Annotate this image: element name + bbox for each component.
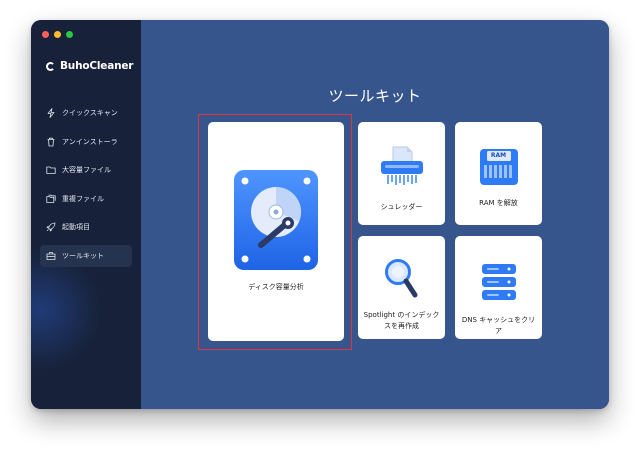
sidebar-item-label: クイックスキャン (62, 109, 118, 117)
trash-icon (46, 137, 56, 147)
sidebar-item-startup-items[interactable]: 起動項目 (40, 216, 132, 238)
sidebar-item-large-files[interactable]: 大容量ファイル (40, 159, 132, 181)
duplicate-folder-icon (46, 194, 56, 204)
sidebar-item-label: 起動項目 (62, 223, 90, 231)
sidebar-item-label: ツールキット (62, 251, 104, 260)
disk-analyzer-icon (233, 169, 319, 275)
tool-card-disk-analyzer[interactable]: ディスク容量分析 (208, 122, 344, 341)
sidebar-item-label: 重複ファイル (62, 194, 104, 203)
app-name: BuhoCleaner (60, 60, 134, 72)
tool-card-label: DNS キャッシュをクリア (461, 316, 536, 335)
buho-logo-icon (46, 61, 55, 71)
lightning-icon (46, 108, 56, 118)
sidebar-item-toolkit[interactable]: ツールキット (40, 244, 132, 267)
magnifier-icon (384, 257, 420, 305)
rocket-icon (46, 222, 56, 232)
tool-card-label: ディスク容量分析 (248, 283, 304, 291)
sidebar-item-label: 大容量ファイル (62, 166, 111, 174)
tool-card-free-ram[interactable]: RAM RAM を解放 (455, 122, 542, 225)
toolbox-icon (46, 251, 56, 261)
tool-card-spotlight-reindex[interactable]: Spotlight のインデックスを再作成 (358, 236, 445, 339)
tool-card-label: シュレッダー (380, 203, 423, 211)
zoom-window-button[interactable] (66, 31, 73, 38)
dns-server-icon (481, 263, 517, 305)
tool-card-shredder[interactable]: シュレッダー (358, 122, 445, 225)
page-title: ツールキット (328, 87, 422, 105)
ram-chip-text: RAM (490, 152, 507, 159)
sidebar: BuhoCleaner クイックスキャン アンインストーラ 大容量ファイル 重複… (31, 20, 141, 409)
app-brand: BuhoCleaner (46, 60, 133, 72)
folder-icon (46, 165, 56, 175)
ram-icon: RAM (479, 148, 519, 186)
sidebar-item-duplicate-files[interactable]: 重複ファイル (40, 188, 132, 210)
main-content: ツールキット ディスク容量分析 シュレッダー RAM RAM を解放 Spotl… (141, 20, 609, 409)
sidebar-item-label: アンインストーラ (62, 137, 118, 146)
close-window-button[interactable] (42, 31, 49, 38)
shredder-icon (379, 146, 425, 190)
sidebar-nav: クイックスキャン アンインストーラ 大容量ファイル 重複ファイル 起動項目 ツー… (40, 102, 132, 273)
window-controls (42, 31, 73, 38)
sidebar-item-quick-scan[interactable]: クイックスキャン (40, 102, 132, 124)
app-window: BuhoCleaner クイックスキャン アンインストーラ 大容量ファイル 重複… (31, 20, 609, 409)
tool-card-clear-dns-cache[interactable]: DNS キャッシュをクリア (455, 236, 542, 339)
minimize-window-button[interactable] (54, 31, 61, 38)
sidebar-item-uninstaller[interactable]: アンインストーラ (40, 131, 132, 153)
tool-card-label: Spotlight のインデックスを再作成 (363, 311, 440, 330)
tool-card-label: RAM を解放 (479, 199, 518, 207)
